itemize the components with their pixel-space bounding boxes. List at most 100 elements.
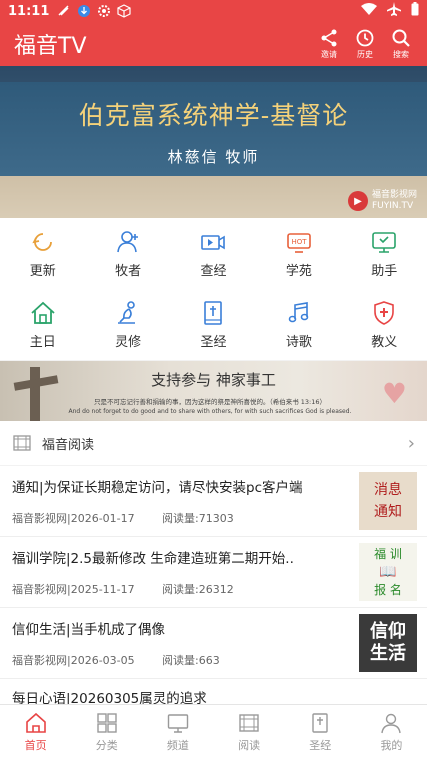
bottom-nav: 首页 分类 频道 阅读 圣经 我的 — [0, 704, 427, 759]
watermark-en: FUYIN.TV — [371, 201, 414, 211]
hot-icon: HOT — [287, 232, 311, 253]
banner-subtitle: 林慈信 牧师 — [167, 148, 260, 166]
promo-verse-cn: 只是不可忘记行善和捐输的事，因为这样的祭是神所喜悦的。（希伯来书 13:16） — [93, 398, 327, 406]
grid-label: 更新 — [29, 263, 56, 279]
book-icon — [13, 435, 31, 451]
promo-verse-en: And do not forget to do good and to shar… — [68, 408, 352, 415]
grid-item-hymns[interactable]: 诗歌 — [256, 289, 341, 360]
news-title: 通知|为保证长期稳定访问，请尽快安装pc客户端 — [12, 480, 303, 496]
hero-banner[interactable]: 伯克富系统神学-基督论 林慈信 牧师 ▶ 福音影视网 FUYIN.TV — [0, 66, 427, 218]
person-add-icon — [117, 230, 139, 252]
news-thumbnail: 信仰 生活 — [359, 614, 417, 672]
grid-label: 学苑 — [285, 263, 312, 279]
bible-icon — [312, 712, 328, 733]
news-reads: 阅读量:663 — [162, 654, 220, 667]
video-icon — [201, 234, 226, 250]
news-source-date: 福音影视网|2025-11-17 — [12, 583, 135, 596]
grid-item-bible[interactable]: 圣经 — [171, 289, 256, 360]
nav-home[interactable]: 首页 — [0, 705, 71, 759]
news-title: 福训学院|2.5最新修改 生命建造班第二期开始.. — [12, 551, 294, 567]
grid-item-academy[interactable]: HOT 学苑 — [256, 218, 341, 289]
news-reads: 阅读量:71303 — [162, 512, 234, 525]
prayer-icon — [118, 300, 136, 324]
banner-watermark: ▶ 福音影视网 FUYIN.TV — [347, 190, 417, 212]
status-bar: 11:11 — [0, 0, 427, 22]
grid-item-assistant[interactable]: 助手 — [342, 218, 427, 289]
grid-label: 查经 — [200, 263, 227, 279]
status-time: 11:11 — [8, 3, 50, 19]
nav-category[interactable]: 分类 — [71, 705, 142, 759]
tv-icon — [167, 713, 189, 733]
nav-label: 阅读 — [238, 738, 261, 752]
news-reads: 阅读量:26312 — [162, 583, 234, 596]
settings-icon — [97, 4, 111, 18]
grid-item-devotion[interactable]: 灵修 — [85, 289, 170, 360]
heart-icon: ♥ — [381, 377, 407, 410]
book-icon — [239, 713, 259, 732]
invite-label: 邀请 — [321, 50, 337, 59]
home-icon — [31, 301, 55, 324]
app-title: 福音TV — [14, 34, 87, 59]
grid-label: 主日 — [29, 334, 56, 350]
history-icon — [356, 29, 374, 47]
nav-bible[interactable]: 圣经 — [285, 705, 356, 759]
grid-item-doctrine[interactable]: 教义 — [342, 289, 427, 360]
nav-channel[interactable]: 频道 — [142, 705, 213, 759]
app-header: 11:11 福音TV 邀请 历史 搜索 — [0, 0, 427, 66]
news-title: 每日心语|20260305属灵的追求 — [12, 691, 207, 704]
list-item[interactable]: 每日心语|20260305属灵的追求 — [0, 679, 427, 704]
wifi-icon — [361, 3, 377, 19]
watermark-cn: 福音影视网 — [371, 190, 417, 200]
grid-item-pastor[interactable]: 牧者 — [85, 218, 170, 289]
history-label: 历史 — [357, 50, 373, 59]
grid-label: 教义 — [371, 334, 398, 350]
download-icon — [77, 4, 91, 18]
search-label: 搜索 — [393, 50, 409, 59]
grid-item-bible-study[interactable]: 查经 — [171, 218, 256, 289]
box-icon — [117, 4, 131, 18]
user-icon — [381, 713, 402, 733]
nav-label: 我的 — [380, 738, 403, 752]
reading-section-header[interactable]: 福音阅读 › — [0, 421, 427, 465]
grid-item-sunday[interactable]: 主日 — [0, 289, 85, 360]
nav-label: 首页 — [24, 738, 47, 752]
nav-label: 频道 — [166, 738, 189, 752]
battery-icon — [411, 2, 419, 20]
banner-title: 伯克富系统神学-基督论 — [78, 101, 349, 130]
invite-button[interactable]: 邀请 — [317, 28, 341, 60]
promo-banner[interactable]: 支持参与 神家事工 只是不可忘记行善和捐输的事，因为这样的祭是神所喜悦的。（希伯… — [0, 361, 427, 421]
news-source-date: 福音影视网|2026-01-17 — [12, 512, 135, 525]
nav-profile[interactable]: 我的 — [356, 705, 427, 759]
shield-icon — [374, 300, 395, 325]
section-title: 福音阅读 — [42, 437, 95, 453]
grid-label: 牧者 — [115, 263, 142, 279]
search-button[interactable]: 搜索 — [389, 28, 413, 60]
grid-label: 圣经 — [200, 334, 227, 350]
share-icon — [321, 29, 337, 47]
list-item[interactable]: 福训学院|2.5最新修改 生命建造班第二期开始.. 福音影视网|2025-11-… — [0, 537, 427, 608]
grid-icon — [97, 712, 117, 733]
notification-icon — [57, 4, 71, 18]
news-title: 信仰生活|当手机成了偶像 — [12, 622, 166, 638]
history-button[interactable]: 历史 — [353, 28, 377, 60]
bible-icon — [204, 300, 223, 325]
news-list: 通知|为保证长期稳定访问，请尽快安装pc客户端 福音影视网|2026-01-17… — [0, 466, 427, 704]
grid-label: 助手 — [371, 263, 398, 279]
news-source-date: 福音影视网|2026-03-05 — [12, 654, 135, 667]
grid-item-update[interactable]: 更新 — [0, 218, 85, 289]
news-thumbnail: 福 训 📖 报 名 — [359, 543, 417, 601]
category-grid: 更新 牧者 查经 HOT 学苑 助手 主日 灵修 圣经 诗歌 教义 — [0, 218, 427, 360]
airplane-icon — [387, 2, 401, 20]
music-icon — [288, 301, 309, 322]
list-item[interactable]: 通知|为保证长期稳定访问，请尽快安装pc客户端 福音影视网|2026-01-17… — [0, 466, 427, 537]
news-thumbnail: 消息 通知 — [359, 472, 417, 530]
nav-reading[interactable]: 阅读 — [214, 705, 285, 759]
grid-label: 诗歌 — [285, 334, 312, 350]
svg-text:HOT: HOT — [291, 238, 307, 246]
chevron-right-icon[interactable]: › — [408, 433, 415, 454]
play-logo-icon: ▶ — [347, 191, 368, 211]
book-open-icon: 📖 — [379, 564, 397, 580]
grid-label: 灵修 — [115, 334, 142, 350]
nav-label: 分类 — [95, 738, 118, 752]
list-item[interactable]: 信仰生活|当手机成了偶像 福音影视网|2026-03-05 阅读量:663 信仰… — [0, 608, 427, 679]
